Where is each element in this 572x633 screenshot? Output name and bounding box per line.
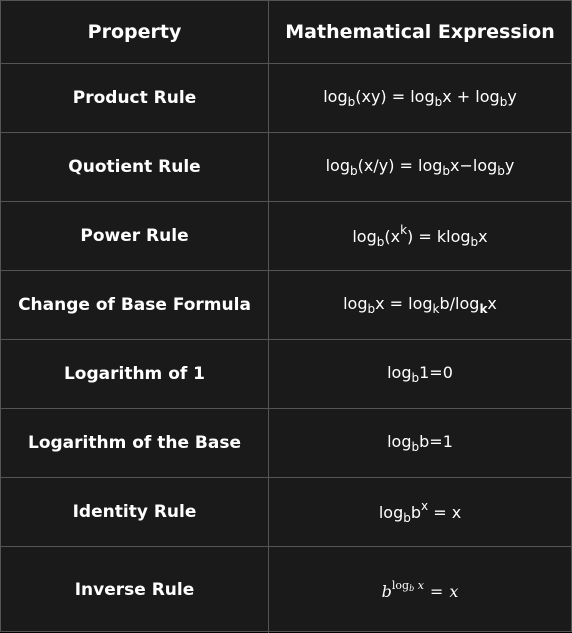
table-row: Inverse Rule blogb x = x	[1, 547, 571, 633]
expression: logb(xk) = klogbx	[352, 223, 488, 249]
expression: logb(xy) = logbx + logby	[323, 87, 517, 109]
expression-cell: logbbx = x	[269, 478, 571, 546]
expression: blogb x = x	[381, 579, 459, 601]
expression: logb(x/y) = logbx−logby	[325, 156, 515, 178]
table-row: Change of Base Formula logbx = logkb/log…	[1, 271, 571, 340]
table-row: Logarithm of 1 logb1=0	[1, 340, 571, 409]
property-cell: Power Rule	[1, 202, 269, 270]
property-cell: Change of Base Formula	[1, 271, 269, 339]
property-cell: Logarithm of 1	[1, 340, 269, 408]
expression: logbbx = x	[378, 499, 462, 525]
table-row: Quotient Rule logb(x/y) = logbx−logby	[1, 133, 571, 202]
expression-cell: logbx = logkb/logkx	[269, 271, 571, 339]
table-row: Identity Rule logbbx = x	[1, 478, 571, 547]
logarithm-properties-table: Property Mathematical Expression Product…	[0, 0, 572, 633]
header-mathematical-expression: Mathematical Expression	[285, 21, 555, 43]
expression: logb1=0	[387, 363, 453, 385]
property-cell: Product Rule	[1, 64, 269, 132]
table-row: Product Rule logb(xy) = logbx + logby	[1, 64, 571, 133]
property-cell: Logarithm of the Base	[1, 409, 269, 477]
property-cell: Identity Rule	[1, 478, 269, 546]
expression-cell: logb(xk) = klogbx	[269, 202, 571, 270]
expression-cell: blogb x = x	[269, 547, 571, 633]
expression-cell: logbb=1	[269, 409, 571, 477]
property-cell: Inverse Rule	[1, 547, 269, 633]
expression-cell: logb(xy) = logbx + logby	[269, 64, 571, 132]
expression: logbb=1	[387, 432, 453, 454]
expression: logbx = logkb/logkx	[343, 294, 497, 316]
header-property: Property	[1, 1, 269, 63]
table-header-row: Property Mathematical Expression	[1, 1, 571, 64]
expression-cell: logb(x/y) = logbx−logby	[269, 133, 571, 201]
table-row: Logarithm of the Base logbb=1	[1, 409, 571, 478]
expression-cell: logb1=0	[269, 340, 571, 408]
table-row: Power Rule logb(xk) = klogbx	[1, 202, 571, 271]
property-cell: Quotient Rule	[1, 133, 269, 201]
